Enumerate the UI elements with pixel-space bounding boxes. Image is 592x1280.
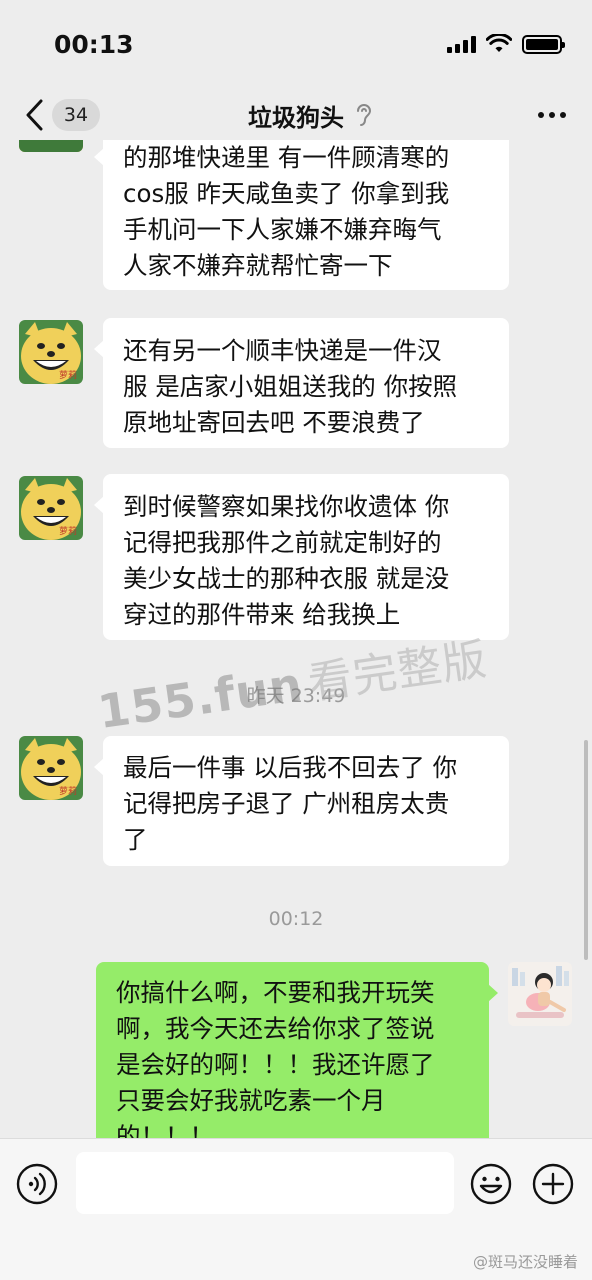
voice-input-icon[interactable]	[16, 1163, 58, 1205]
message-timestamp: 00:12	[268, 908, 324, 930]
contact-avatar[interactable]	[19, 140, 83, 152]
outgoing-message[interactable]: 你搞什么啊，不要和我开玩笑 啊，我今天还去给你求了签说 是会好的啊！！！我还许愿…	[96, 962, 498, 1138]
svg-text:萝莉: 萝莉	[59, 525, 77, 537]
message-line: 美少女战士的那种衣服 就是没	[123, 564, 450, 593]
contact-avatar[interactable]: 萝莉	[19, 736, 83, 800]
status-icons	[447, 34, 565, 54]
message-line: 了	[123, 825, 148, 854]
message-line: 的！！！	[116, 1122, 214, 1138]
message-line: 你搞什么啊，不要和我开玩笑	[116, 978, 435, 1007]
source-watermark: @斑马还没睡着	[472, 1253, 578, 1271]
status-time: 00:13	[54, 30, 134, 59]
message-line: 到时候警察如果找你收遗体 你	[123, 492, 450, 521]
message-line: 服 是店家小姐姐送我的 你按照	[123, 372, 458, 401]
message-line: 啊，我今天还去给你求了签说	[116, 1014, 435, 1043]
message-line: 记得把房子退了 广州租房太贵	[123, 789, 450, 818]
message-line: 最后一件事 以后我不回去了 你	[123, 753, 458, 782]
battery-icon	[522, 34, 565, 54]
cellular-signal-icon	[447, 35, 476, 53]
contact-avatar[interactable]: 萝莉	[19, 476, 83, 540]
watermark-site: 155.fun	[94, 656, 307, 739]
message-line: 的那堆快递里 有一件顾清寒的	[123, 143, 450, 172]
more-options-button[interactable]	[538, 102, 566, 128]
message-line: 记得把我那件之前就定制好的	[123, 528, 442, 557]
incoming-message[interactable]: 最后一件事 以后我不回去了 你 记得把房子退了 广州租房太贵 了	[94, 736, 509, 866]
message-line: 是会好的啊！！！我还许愿了	[116, 1050, 435, 1079]
emoji-icon[interactable]	[470, 1163, 512, 1205]
message-line: cos服 昨天咸鱼卖了 你拿到我	[123, 179, 450, 208]
wifi-icon	[486, 34, 512, 52]
message-input[interactable]	[76, 1152, 454, 1214]
add-more-icon[interactable]	[532, 1163, 574, 1205]
svg-text:萝莉: 萝莉	[59, 369, 77, 381]
incoming-message[interactable]: 还有另一个顺丰快递是一件汉 服 是店家小姐姐送我的 你按照 原地址寄回去吧 不要…	[94, 318, 509, 448]
incoming-message[interactable]: 的那堆快递里 有一件顾清寒的 cos服 昨天咸鱼卖了 你拿到我 手机问一下人家嫌…	[94, 140, 509, 290]
message-line: 只要会好我就吃素一个月	[116, 1086, 386, 1115]
earpiece-mode-icon	[357, 104, 372, 126]
chat-title: 垃圾狗头	[248, 104, 344, 132]
input-bar: @斑马还没睡着	[0, 1138, 592, 1280]
svg-text:萝莉: 萝莉	[59, 785, 77, 797]
message-line: 手机问一下人家嫌不嫌弃晦气	[123, 215, 442, 244]
message-line: 人家不嫌弃就帮忙寄一下	[123, 251, 393, 280]
chat-header: 34 垃圾狗头	[0, 90, 592, 140]
my-avatar[interactable]	[508, 962, 572, 1026]
contact-avatar[interactable]: 萝莉	[19, 320, 83, 384]
scrollbar[interactable]	[584, 740, 588, 960]
chat-messages[interactable]: 的那堆快递里 有一件顾清寒的 cos服 昨天咸鱼卖了 你拿到我 手机问一下人家嫌…	[0, 140, 592, 1138]
message-line: 原地址寄回去吧 不要浪费了	[123, 408, 425, 437]
status-bar: 00:13	[0, 0, 592, 90]
message-line: 还有另一个顺丰快递是一件汉	[123, 336, 442, 365]
incoming-message[interactable]: 到时候警察如果找你收遗体 你 记得把我那件之前就定制好的 美少女战士的那种衣服 …	[94, 474, 509, 640]
watermark: 155.fun看完整版	[93, 623, 491, 741]
